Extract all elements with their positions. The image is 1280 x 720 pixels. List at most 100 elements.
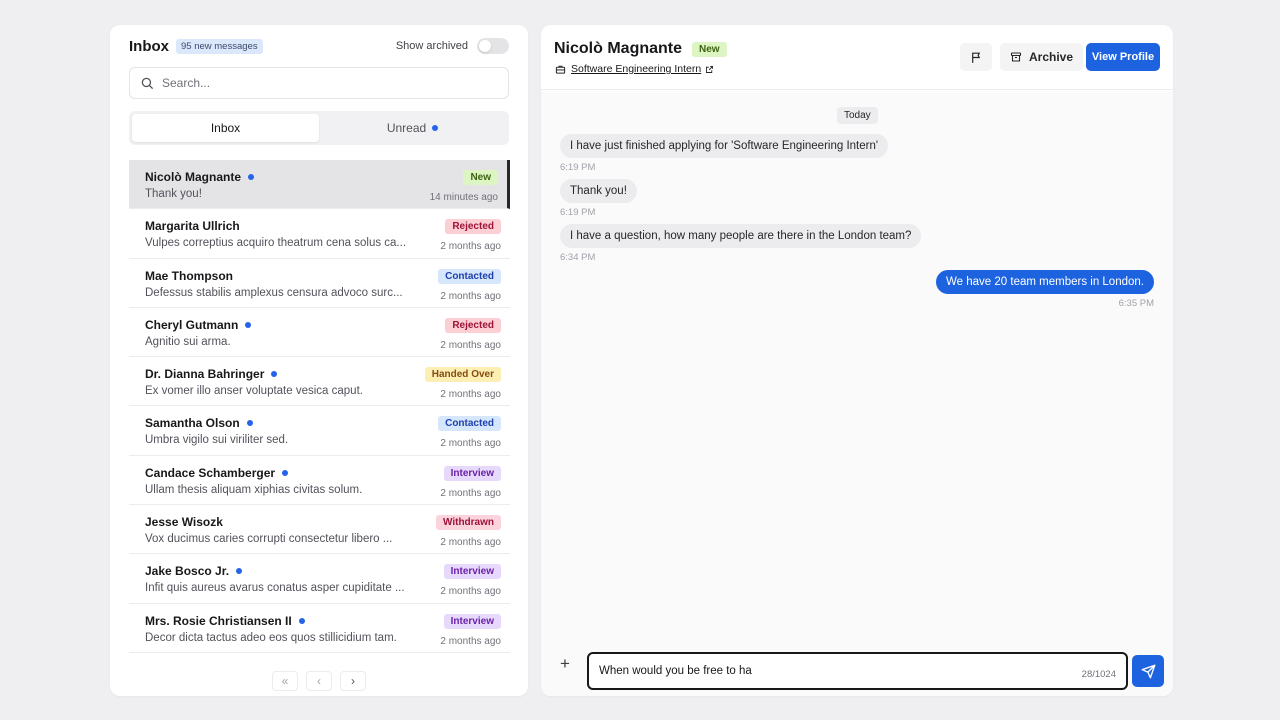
conversation-row[interactable]: Mae Thompson Defessus stabilis amplexus c… (129, 259, 510, 308)
conversation-name: Dr. Dianna Bahringer (145, 367, 265, 382)
status-badge-contacted: Contacted (438, 268, 501, 284)
unread-dot (271, 371, 278, 378)
conversation-row[interactable]: Nicolò Magnante Thank you! New 14 minutes a… (129, 160, 510, 210)
conversation-preview: Decor dicta tactus adeo eos quos stillic… (145, 631, 397, 644)
chat-header: Nicolò Magnante New Software Engineering… (541, 25, 1173, 90)
conversation-name: Cheryl Gutmann (145, 317, 239, 332)
conversation-time: 2 months ago (440, 339, 501, 351)
search-input[interactable] (162, 76, 482, 90)
unread-dot (282, 469, 289, 476)
conversation-time: 2 months ago (440, 290, 501, 302)
unread-dot (236, 568, 243, 575)
tab-inbox[interactable]: Inbox (132, 114, 319, 142)
status-badge-new: New (463, 170, 498, 185)
briefcase-icon (555, 65, 566, 74)
conversation-list: Nicolò Magnante Thank you! New 14 minutes a… (129, 160, 510, 653)
conversation-row[interactable]: Samantha Olson Umbra vigilo sui viriliter… (129, 406, 510, 456)
message-composer: + 28/1024 (541, 631, 1173, 696)
conversation-row[interactable]: Jake Bosco Jr. Infit quis aureus avarus c… (129, 554, 510, 604)
conversation-row[interactable]: Cheryl Gutmann Agnitio sui arma. Rejected 2… (129, 308, 510, 358)
unread-dot (245, 321, 252, 328)
view-profile-button[interactable]: View Profile (1086, 43, 1160, 71)
message-thread: Today I have just finished applying for … (541, 91, 1173, 631)
conversation-name: Jake Bosco Jr. (145, 564, 230, 579)
conversation-time: 2 months ago (440, 438, 501, 450)
prev-page-button[interactable]: ‹ (306, 671, 332, 691)
status-badge-contacted: Contacted (438, 416, 501, 432)
conversation-preview: Umbra vigilo sui viriliter sed. (145, 434, 289, 447)
tab-inbox-label: Inbox (210, 121, 241, 135)
conversation-name: Mae Thompson (145, 268, 234, 283)
status-badge-interview: Interview (443, 564, 501, 580)
conversation-time: 2 months ago (440, 389, 501, 401)
archive-icon (1010, 52, 1022, 62)
day-separator: Today (837, 107, 878, 124)
character-count: 28/1024 (1081, 668, 1116, 680)
inbox-header: Inbox 95 new messages (129, 38, 263, 55)
search-box (129, 67, 509, 99)
message-bubble-outgoing: We have 20 team members in London. (936, 270, 1154, 294)
status-badge-rejected: Rejected (445, 317, 501, 333)
conversation-preview: Thank you! (145, 188, 202, 200)
show-archived-control: Show archived (396, 38, 509, 54)
message-input[interactable] (599, 665, 1082, 677)
conversation-preview: Ullam thesis aliquam xiphias civitas sol… (145, 483, 363, 496)
unread-dot (248, 174, 255, 180)
inbox-title: Inbox (129, 38, 169, 55)
candidate-status-badge: New (692, 41, 727, 57)
first-page-button[interactable]: « (272, 671, 298, 691)
status-badge-rejected: Rejected (445, 219, 501, 235)
show-archived-toggle[interactable] (477, 38, 509, 54)
message-time: 6:34 PM (560, 252, 596, 263)
external-link-icon[interactable] (705, 65, 714, 74)
flag-button[interactable] (960, 43, 992, 71)
chat-panel: Nicolò Magnante New Software Engineering… (541, 25, 1173, 696)
conversation-name: Jesse Wisozk (145, 515, 223, 530)
new-messages-badge: 95 new messages (176, 39, 263, 54)
conversation-name: Mrs. Rosie Christiansen II (145, 613, 292, 628)
conversation-name: Margarita Ullrich (145, 219, 240, 234)
conversation-time: 2 months ago (440, 487, 501, 499)
archive-button[interactable]: Archive (1000, 43, 1083, 71)
unread-dot (298, 617, 305, 624)
next-page-button[interactable]: › (340, 671, 366, 691)
message-time: 6:19 PM (560, 162, 596, 173)
status-badge-withdrawn: Withdrawn (435, 515, 501, 531)
conversation-preview: Agnitio sui arma. (145, 335, 231, 348)
tab-unread[interactable]: Unread (319, 114, 506, 142)
status-badge-handed: Handed Over (424, 367, 501, 383)
unread-indicator-dot (432, 125, 439, 131)
message-input-box: 28/1024 (587, 652, 1128, 690)
conversation-row[interactable]: Mrs. Rosie Christiansen II Decor dicta ta… (129, 604, 510, 653)
message-time: 6:35 PM (1118, 298, 1154, 309)
conversation-time: 2 months ago (440, 537, 501, 549)
message-time: 6:19 PM (560, 207, 596, 218)
conversation-time: 14 minutes ago (429, 192, 498, 203)
conversation-preview: Ex vomer illo anser voluptate vesica cap… (145, 385, 363, 398)
flag-icon (971, 52, 980, 63)
archive-label: Archive (1028, 50, 1074, 64)
job-line: Software Engineering Intern (555, 63, 714, 75)
conversation-preview: Vox ducimus caries corrupti consectetur … (145, 533, 393, 546)
conversation-preview: Defessus stabilis amplexus censura advoc… (145, 286, 403, 299)
unread-dot (246, 420, 253, 427)
send-button[interactable] (1132, 655, 1164, 687)
conversation-name: Samantha Olson (145, 416, 240, 431)
tab-unread-label: Unread (386, 121, 427, 135)
status-badge-interview: Interview (443, 465, 501, 481)
conversation-row[interactable]: Jesse Wisozk Vox ducimus caries corrupti … (129, 505, 510, 555)
conversation-row[interactable]: Dr. Dianna Bahringer Ex vomer illo anser … (129, 357, 510, 407)
candidate-name: Nicolò Magnante (554, 40, 683, 57)
message-bubble-incoming: I have just finished applying for 'Softw… (560, 134, 889, 158)
conversation-time: 2 months ago (440, 586, 501, 598)
conversation-preview: Infit quis aureus avarus conatus asper c… (145, 582, 405, 595)
job-title-link[interactable]: Software Engineering Intern (571, 63, 701, 75)
pagination: « ‹ › (110, 671, 528, 691)
conversation-row[interactable]: Margarita Ullrich Vulpes correptius acqui… (129, 209, 510, 259)
conversation-row[interactable]: Candace Schamberger Ullam thesis aliquam … (129, 456, 510, 506)
toggle-knob (479, 40, 491, 52)
attach-plus-button[interactable]: + (560, 655, 570, 672)
show-archived-label: Show archived (395, 40, 468, 52)
inbox-panel: Inbox 95 new messages Show archived Inbo… (110, 25, 528, 696)
status-badge-interview: Interview (443, 613, 501, 629)
